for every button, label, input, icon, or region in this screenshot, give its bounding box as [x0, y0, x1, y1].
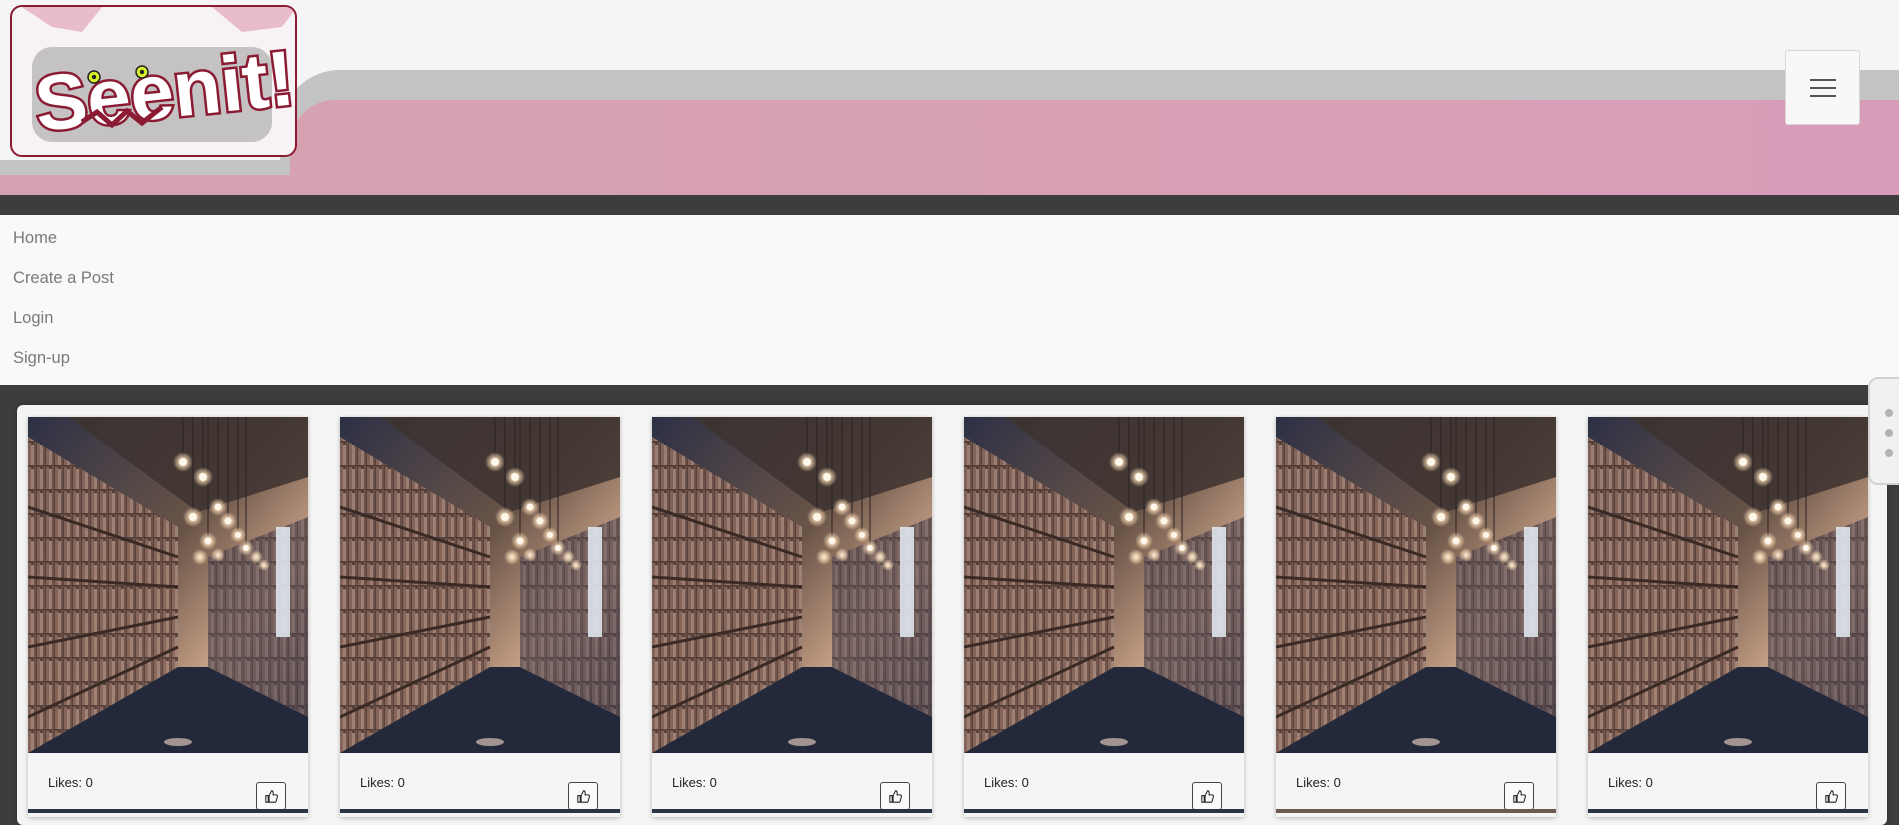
post-card-next-row: [652, 809, 932, 813]
side-panel-handle[interactable]: [1868, 377, 1899, 485]
like-button[interactable]: [256, 782, 286, 810]
logo-graphic: Seenit!: [22, 7, 295, 151]
main-nav: Home Create a Post Login Sign-up: [0, 215, 1899, 385]
header-pink-band: [290, 100, 1899, 195]
likes-count: Likes: 0: [360, 775, 405, 790]
post-image[interactable]: [28, 417, 308, 753]
post-card-next-row: [964, 809, 1244, 813]
hamburger-icon: [1809, 78, 1836, 97]
post-card-next-row: [1588, 809, 1868, 813]
like-button[interactable]: [1504, 782, 1534, 810]
post-card-next-row: [1276, 809, 1556, 813]
nav-item-login[interactable]: Login: [13, 309, 53, 328]
post-card-footer: Likes: 0: [652, 753, 932, 813]
header-pink-band-left: [0, 175, 300, 195]
post-image[interactable]: [652, 417, 932, 753]
post-card-footer: Likes: 0: [1276, 753, 1556, 813]
nav-item-create-post[interactable]: Create a Post: [13, 269, 114, 288]
post-image[interactable]: [964, 417, 1244, 753]
post-card[interactable]: Likes: 0: [964, 417, 1244, 817]
thumbs-up-icon: [1512, 789, 1526, 803]
thumbs-up-icon: [576, 789, 590, 803]
nav-item-home[interactable]: Home: [13, 229, 57, 248]
post-card[interactable]: Likes: 0: [28, 417, 308, 817]
thumbs-up-icon: [1200, 789, 1214, 803]
thumbs-up-icon: [264, 789, 278, 803]
likes-count: Likes: 0: [1608, 775, 1653, 790]
likes-count: Likes: 0: [984, 775, 1029, 790]
post-card-footer: Likes: 0: [1588, 753, 1868, 813]
thumbs-up-icon: [1824, 789, 1838, 803]
like-button[interactable]: [568, 782, 598, 810]
menu-toggle-button[interactable]: [1785, 50, 1860, 125]
post-card-next-row: [340, 809, 620, 813]
likes-count: Likes: 0: [672, 775, 717, 790]
post-card[interactable]: Likes: 0: [340, 417, 620, 817]
post-card-footer: Likes: 0: [28, 753, 308, 813]
post-card[interactable]: Likes: 0: [1588, 417, 1868, 817]
post-card-footer: Likes: 0: [340, 753, 620, 813]
post-card-next-row: [28, 809, 308, 813]
thumbs-up-icon: [888, 789, 902, 803]
like-button[interactable]: [1192, 782, 1222, 810]
post-image[interactable]: [340, 417, 620, 753]
site-header: Seenit!: [0, 0, 1899, 195]
header-divider: [0, 195, 1899, 215]
post-card-footer: Likes: 0: [964, 753, 1244, 813]
likes-count: Likes: 0: [1296, 775, 1341, 790]
post-card[interactable]: Likes: 0: [652, 417, 932, 817]
likes-count: Likes: 0: [48, 775, 93, 790]
like-button[interactable]: [1816, 782, 1846, 810]
post-image[interactable]: [1588, 417, 1868, 753]
like-button[interactable]: [880, 782, 910, 810]
post-image[interactable]: [1276, 417, 1556, 753]
site-logo[interactable]: Seenit!: [10, 5, 297, 157]
nav-item-sign-up[interactable]: Sign-up: [13, 349, 70, 368]
post-card[interactable]: Likes: 0: [1276, 417, 1556, 817]
